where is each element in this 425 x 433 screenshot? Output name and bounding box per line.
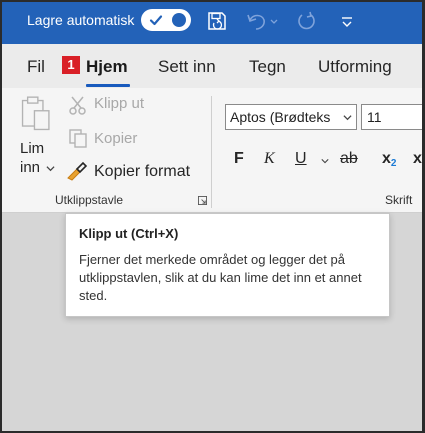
cut-tooltip: Klipp ut (Ctrl+X) Fjerner det merkede om… <box>65 213 390 317</box>
redo-icon[interactable] <box>296 10 318 32</box>
font-size-select[interactable]: 11 <box>361 104 425 130</box>
dialog-launcher-icon[interactable] <box>198 196 207 205</box>
italic-button[interactable]: K <box>264 150 275 168</box>
customize-quick-access-icon[interactable] <box>336 10 358 32</box>
strikethrough-button[interactable]: ab <box>340 150 358 168</box>
group-separator <box>211 96 212 208</box>
format-painter-icon <box>67 161 88 181</box>
tab-draw[interactable]: Tegn <box>249 57 286 77</box>
font-group-label: Skrift <box>385 193 413 207</box>
tooltip-description: Fjerner det merkede området og legger de… <box>79 252 362 303</box>
paste-icon <box>21 96 50 131</box>
cut-label: Klipp ut <box>94 95 145 112</box>
active-tab-indicator <box>86 84 130 87</box>
subscript-2: 2 <box>390 158 397 169</box>
undo-icon[interactable] <box>245 11 279 33</box>
word-window: Lagre automatisk Fil Hjem Sett inn Tegn … <box>0 0 425 433</box>
subscript-button[interactable]: x2 <box>382 150 396 169</box>
tooltip-title: Klipp ut (Ctrl+X) <box>79 226 179 241</box>
chevron-down-icon <box>46 166 55 172</box>
chevron-down-icon <box>343 113 352 122</box>
paste-label-line2: inn <box>20 159 41 176</box>
scissors-icon <box>69 96 86 115</box>
autosave-toggle[interactable] <box>141 9 191 31</box>
title-bar: Lagre automatisk <box>0 0 425 44</box>
paste-button[interactable]: Lim inn <box>14 92 58 182</box>
font-name-select[interactable]: Aptos (Brødteks <box>225 104 357 130</box>
bold-button[interactable]: F <box>234 150 244 168</box>
toggle-knob <box>172 13 186 27</box>
chevron-down-icon[interactable] <box>321 157 329 165</box>
tab-design[interactable]: Utforming <box>318 57 392 77</box>
paste-label-line1: Lim <box>20 140 45 157</box>
copy-label: Kopier <box>94 130 138 147</box>
tab-home[interactable]: Hjem <box>86 57 128 77</box>
save-icon[interactable] <box>206 10 228 32</box>
copy-icon <box>69 129 87 148</box>
tab-insert[interactable]: Sett inn <box>158 57 216 77</box>
superscript-button[interactable]: x <box>413 150 422 168</box>
copy-button[interactable]: Kopier <box>68 126 178 150</box>
autosave-label: Lagre automatisk <box>27 12 135 28</box>
step-badge: 1 <box>62 56 80 74</box>
tab-file[interactable]: Fil <box>27 57 45 77</box>
cut-button[interactable]: Klipp ut <box>68 93 178 117</box>
format-painter-label: Kopier format <box>94 163 191 180</box>
checkmark-icon <box>149 15 163 26</box>
underline-button[interactable]: U <box>295 150 307 168</box>
font-size-value: 11 <box>367 109 382 125</box>
format-painter-button[interactable]: Kopier format <box>65 159 205 183</box>
subscript-x: x <box>382 150 391 167</box>
font-name-value: Aptos (Brødteks <box>230 109 331 125</box>
clipboard-group-label: Utklippstavle <box>55 193 124 207</box>
